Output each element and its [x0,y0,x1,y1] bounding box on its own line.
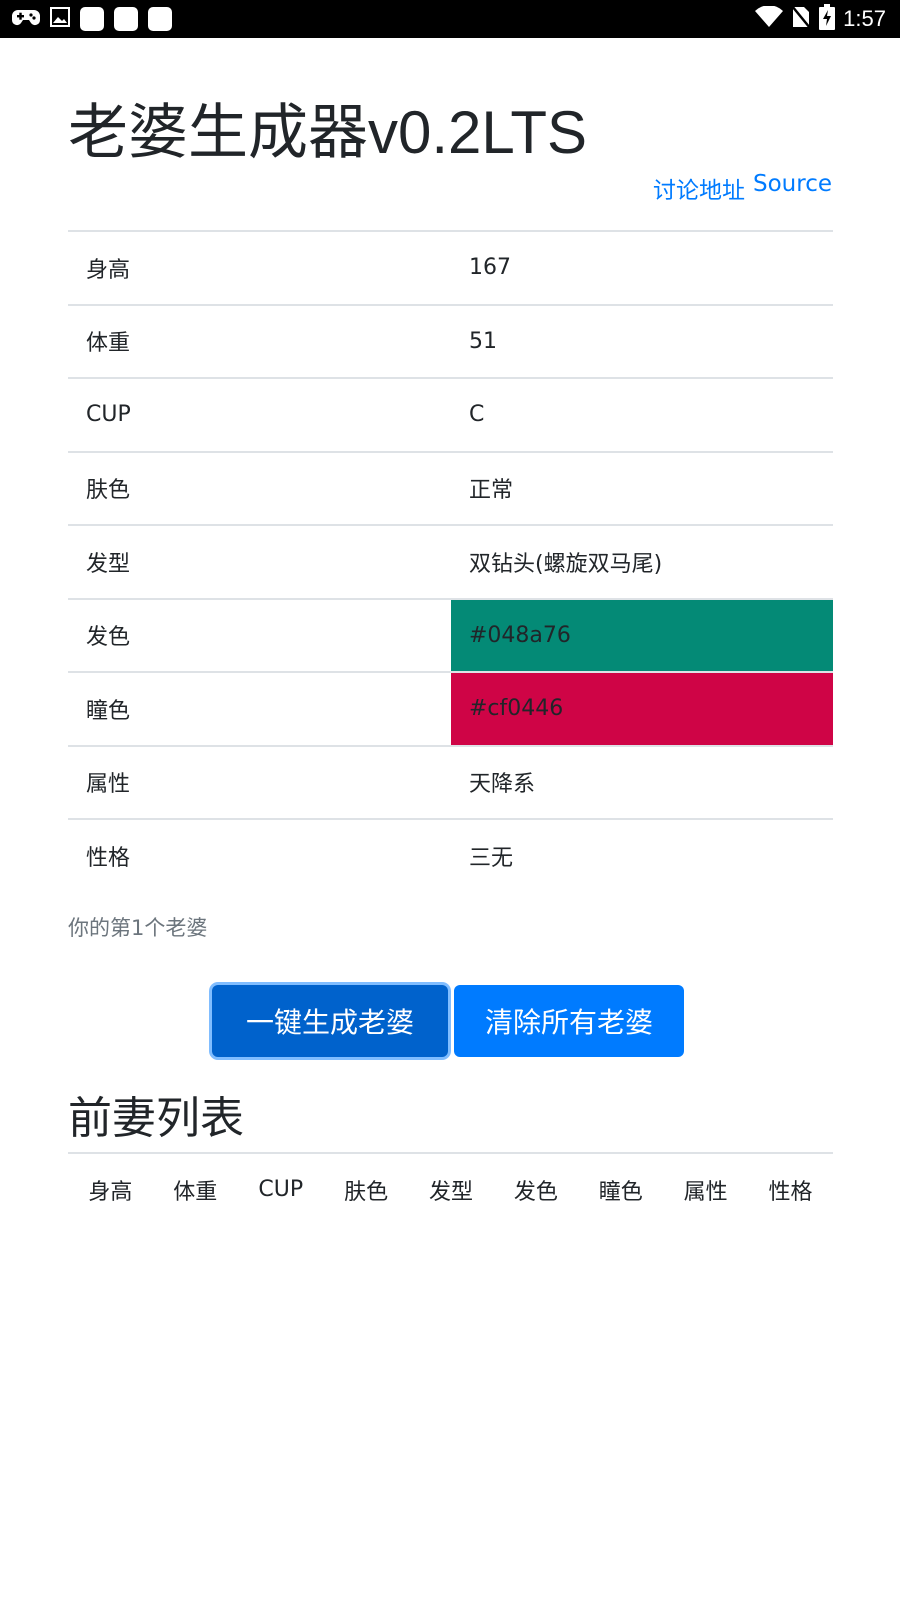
column-header: 发色 [493,1152,579,1225]
column-header: 属性 [663,1152,749,1225]
wife-count-caption: 你的第1个老婆 [68,916,208,940]
table-row: 属性 天降系 [68,744,833,819]
page-title: 老婆生成器v0.2LTS [68,99,587,166]
attributes-table: 身高 167 体重 51 CUP C 肤色 正常 发型 双钻头(螺旋双马尾) 发… [68,230,833,893]
wifi-icon [755,5,784,32]
table-row: 瞳色 #cf0446 [68,671,833,746]
action-buttons: 一键生成老婆 清除所有老婆 [212,985,684,1057]
column-header: 发型 [408,1152,494,1225]
column-header: 体重 [152,1152,238,1225]
game-controller-icon [12,6,40,32]
column-header: 性格 [748,1152,833,1225]
battery-charging-icon [819,4,836,34]
hair-color-swatch: #048a76 [451,597,833,672]
attribute-value: C [451,377,833,452]
attribute-key: CUP [68,377,451,452]
attribute-key: 性格 [68,818,451,893]
column-header: 瞳色 [578,1152,664,1225]
column-header: 身高 [68,1152,153,1225]
status-bar-right: 1:57 [755,4,886,34]
ex-list-header-row: 身高 体重 CUP 肤色 发型 发色 瞳色 属性 性格 [68,1152,833,1225]
attribute-key: 身高 [68,230,451,305]
attribute-key: 属性 [68,744,451,819]
header-links: 讨论地址 Source [653,171,832,205]
table-row: CUP C [68,377,833,452]
column-header: CUP [237,1152,324,1225]
column-header: 肤色 [323,1152,409,1225]
status-time: 1:57 [843,6,886,31]
table-row: 体重 51 [68,303,833,378]
table-row: 身高 167 [68,230,833,305]
status-bar: 1:57 [0,0,900,38]
discussion-link[interactable]: 讨论地址 [653,171,745,205]
source-link[interactable]: Source [753,171,832,205]
attribute-key: 体重 [68,303,451,378]
attribute-value: 三无 [451,818,833,893]
attribute-key: 发色 [68,597,451,672]
attribute-value: 天降系 [451,744,833,819]
clear-all-button[interactable]: 清除所有老婆 [454,985,684,1057]
app-icon [80,7,104,31]
no-sim-icon [791,5,812,33]
app-icon [114,7,138,31]
table-row: 发型 双钻头(螺旋双马尾) [68,524,833,599]
table-row: 性格 三无 [68,818,833,893]
attribute-key: 发型 [68,524,451,599]
attribute-value: 正常 [451,450,833,525]
image-icon [50,7,70,31]
attribute-value: 167 [451,230,833,305]
attribute-key: 瞳色 [68,671,451,746]
table-row: 肤色 正常 [68,450,833,525]
attribute-key: 肤色 [68,450,451,525]
attribute-value: 双钻头(螺旋双马尾) [451,524,833,599]
eye-color-swatch: #cf0446 [451,671,833,746]
table-row: 发色 #048a76 [68,597,833,672]
app-icon [148,7,172,31]
attribute-value: 51 [451,303,833,378]
generate-button[interactable]: 一键生成老婆 [212,985,448,1057]
ex-list-table: 身高 体重 CUP 肤色 发型 发色 瞳色 属性 性格 [68,1152,833,1225]
status-bar-left [12,6,172,32]
ex-list-heading: 前妻列表 [68,1093,244,1144]
